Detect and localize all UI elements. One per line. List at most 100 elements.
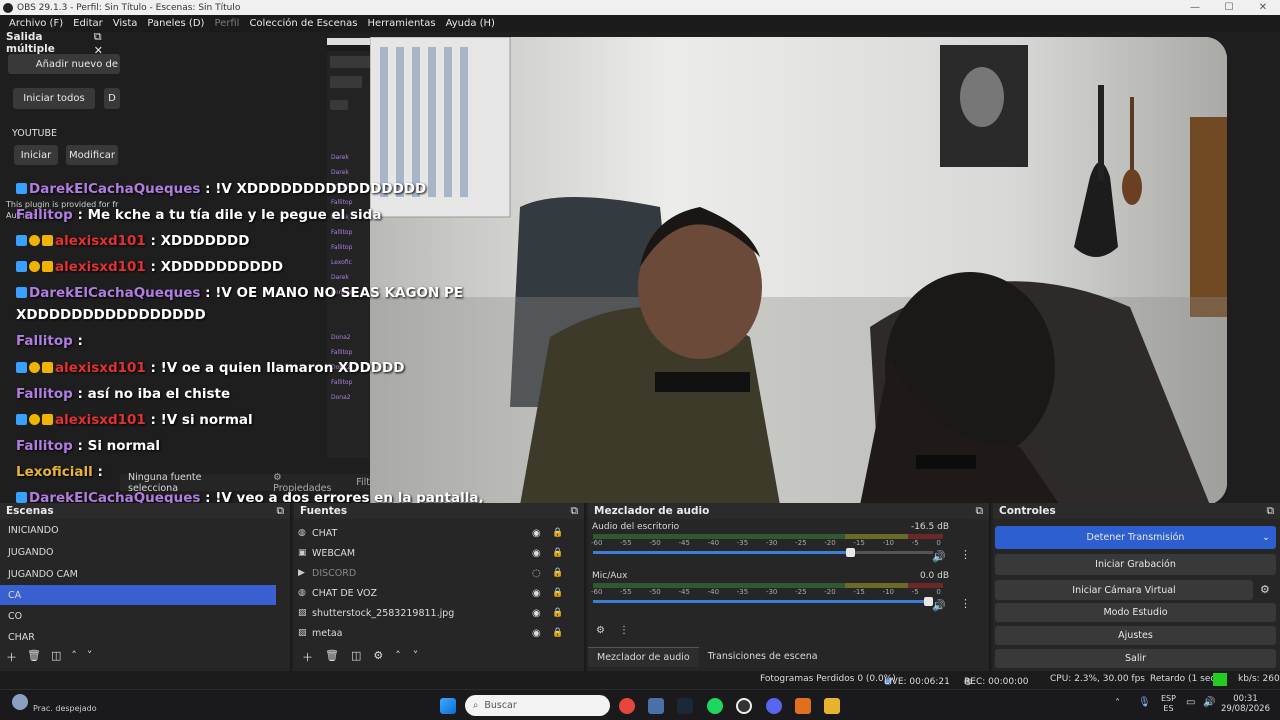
menu-docks[interactable]: Paneles (D) (142, 18, 209, 29)
minimize-icon[interactable]: — (1178, 0, 1212, 15)
source-item[interactable]: ◍ CHAT ◉ 🔒 (294, 523, 584, 543)
tab-scene-transitions[interactable]: Transiciones de escena (699, 647, 827, 667)
add-new-target-button[interactable]: Añadir nuevo de (8, 54, 120, 74)
menu-profile[interactable]: Perfil (209, 18, 244, 29)
maximize-icon[interactable]: ☐ (1212, 0, 1246, 15)
chevron-down-icon[interactable]: ⌄ (1262, 532, 1270, 543)
program-preview[interactable] (370, 37, 1227, 505)
advanced-audio-icon[interactable]: ⚙ (596, 625, 605, 636)
virtual-camera-settings-icon[interactable]: ⚙ (1260, 583, 1270, 596)
scene-item[interactable]: CHAR (0, 627, 290, 647)
eye-icon[interactable]: ◉ (532, 588, 541, 599)
lock-icon[interactable]: 🔒 (552, 588, 563, 598)
speaker-icon[interactable]: 🔊 (932, 550, 946, 563)
network-icon[interactable]: ▭ (1186, 697, 1195, 708)
float-dock-icon[interactable]: ⧉ (1267, 505, 1275, 518)
start-target-button[interactable]: Iniciar (14, 145, 58, 165)
lock-icon[interactable]: 🔒 (552, 628, 563, 638)
modify-target-button[interactable]: Modificar (66, 145, 118, 165)
start-all-button[interactable]: Iniciar todos (13, 88, 95, 109)
eye-hidden-icon[interactable]: ◌ (532, 568, 541, 579)
chat-username: Fallitop (16, 438, 78, 454)
properties-button[interactable]: ⚙ Propiedades (273, 472, 342, 494)
steam-icon[interactable] (677, 698, 693, 714)
menu-scene-collection[interactable]: Colección de Escenas (244, 18, 362, 29)
settings-app-icon[interactable] (648, 698, 664, 714)
float-dock-icon[interactable]: ⧉ (571, 505, 579, 518)
app-icon[interactable] (795, 698, 811, 714)
lock-icon[interactable]: 🔒 (552, 528, 563, 538)
weather-icon[interactable] (12, 694, 28, 710)
scene-item[interactable]: JUGANDO (0, 541, 290, 563)
settings-button[interactable]: Ajustes (995, 626, 1276, 645)
source-item[interactable]: ▣ WEBCAM ◉ 🔒 (294, 543, 584, 563)
scene-item[interactable]: INICIANDO (0, 519, 290, 541)
source-properties-icon[interactable]: ⚙ (373, 649, 383, 665)
add-scene-icon[interactable]: ＋ (6, 649, 17, 665)
exit-button[interactable]: Salir (995, 649, 1276, 668)
source-filters-icon[interactable]: ◫ (351, 649, 361, 665)
scene-item-selected[interactable]: CA (0, 585, 276, 605)
chrome-icon[interactable] (619, 698, 635, 714)
lock-icon[interactable]: 🔒 (552, 608, 563, 618)
lock-icon[interactable]: 🔒 (552, 568, 563, 578)
eye-icon[interactable]: ◉ (532, 548, 541, 559)
volume-icon[interactable]: 🔊 (1203, 697, 1215, 708)
discord-icon[interactable] (766, 698, 782, 714)
start-recording-button[interactable]: Iniciar Grabación (995, 554, 1276, 575)
float-dock-icon[interactable]: ⧉ (976, 505, 984, 518)
chat-message: alexisxd101 : XDDDDDDDDDD (16, 259, 283, 275)
remove-source-icon[interactable]: 🗑 (325, 649, 339, 665)
audio-mixer-dock: Mezclador de audio ⧉ Audio del escritorio… (588, 503, 991, 671)
menu-tools[interactable]: Herramientas (362, 18, 440, 29)
menu-help[interactable]: Ayuda (H) (441, 18, 500, 29)
more-options-icon[interactable]: ⋮ (960, 597, 971, 610)
speaker-icon[interactable]: 🔊 (932, 599, 946, 612)
move-down-icon[interactable]: ˅ (87, 649, 93, 665)
spotify-icon[interactable] (707, 698, 723, 714)
studio-mode-button[interactable]: Modo Estudio (995, 603, 1276, 622)
source-item[interactable]: ◍ CHAT DE VOZ ◉ 🔒 (294, 583, 584, 603)
tray-chevron-icon[interactable]: ˄ (1115, 698, 1120, 709)
move-up-icon[interactable]: ˄ (71, 649, 77, 665)
microphone-icon[interactable]: 🎙 (1138, 697, 1151, 708)
volume-slider[interactable] (593, 597, 933, 606)
lock-icon[interactable]: 🔒 (552, 548, 563, 558)
start-virtual-camera-button[interactable]: Iniciar Cámara Virtual (995, 580, 1253, 600)
float-dock-icon[interactable]: ⧉ (94, 30, 102, 43)
eye-icon[interactable]: ◉ (532, 608, 541, 619)
chat-username: alexisxd101 (55, 412, 151, 428)
language-indicator[interactable]: ESP ES (1161, 694, 1176, 714)
remove-scene-icon[interactable]: 🗑 (27, 649, 41, 665)
source-item[interactable]: ▨ shutterstock_2583219811.jpg ◉ 🔒 (294, 603, 584, 623)
volume-slider-handle[interactable] (845, 548, 855, 557)
eye-icon[interactable]: ◉ (532, 528, 541, 539)
move-down-icon[interactable]: ˅ (413, 649, 419, 665)
float-dock-icon[interactable]: ⧉ (277, 505, 285, 518)
clock[interactable]: 00:31 29/08/2026 (1221, 694, 1270, 714)
stop-streaming-button[interactable]: Detener Transmisión ⌄ (995, 526, 1276, 549)
add-source-icon[interactable]: ＋ (302, 649, 313, 665)
file-explorer-icon[interactable] (824, 698, 840, 714)
scene-filters-icon[interactable]: ◫ (51, 649, 61, 665)
eye-icon[interactable]: ◉ (532, 628, 541, 639)
stop-all-button[interactable]: D (104, 88, 120, 109)
scene-item[interactable]: CO (0, 605, 290, 627)
close-icon[interactable]: ✕ (1246, 0, 1280, 15)
source-item[interactable]: ▨ metaa ◉ 🔒 (294, 623, 584, 643)
windows-taskbar: Prac. despejado ⌕ Buscar ˄ 🎙 ESP ES ▭ 🔊 00… (0, 689, 1280, 720)
obs-app-icon[interactable] (736, 698, 752, 714)
scene-item[interactable]: JUGANDO CAM (0, 563, 290, 585)
menu-file[interactable]: Archivo (F) (4, 18, 68, 29)
volume-slider[interactable] (593, 548, 933, 557)
source-item[interactable]: ▶ DISCORD ◌ 🔒 (294, 563, 584, 583)
taskbar-search[interactable]: ⌕ Buscar (465, 695, 610, 716)
menu-edit[interactable]: Editar (68, 18, 108, 29)
more-options-icon[interactable]: ⋮ (960, 548, 971, 561)
mixer-menu-icon[interactable]: ⋮ (619, 625, 629, 636)
windows-start-icon[interactable] (440, 698, 456, 714)
menu-view[interactable]: Vista (108, 18, 143, 29)
move-up-icon[interactable]: ˄ (395, 649, 401, 665)
tab-audio-mixer[interactable]: Mezclador de audio (588, 647, 699, 667)
filters-button[interactable]: Filt (356, 477, 370, 488)
